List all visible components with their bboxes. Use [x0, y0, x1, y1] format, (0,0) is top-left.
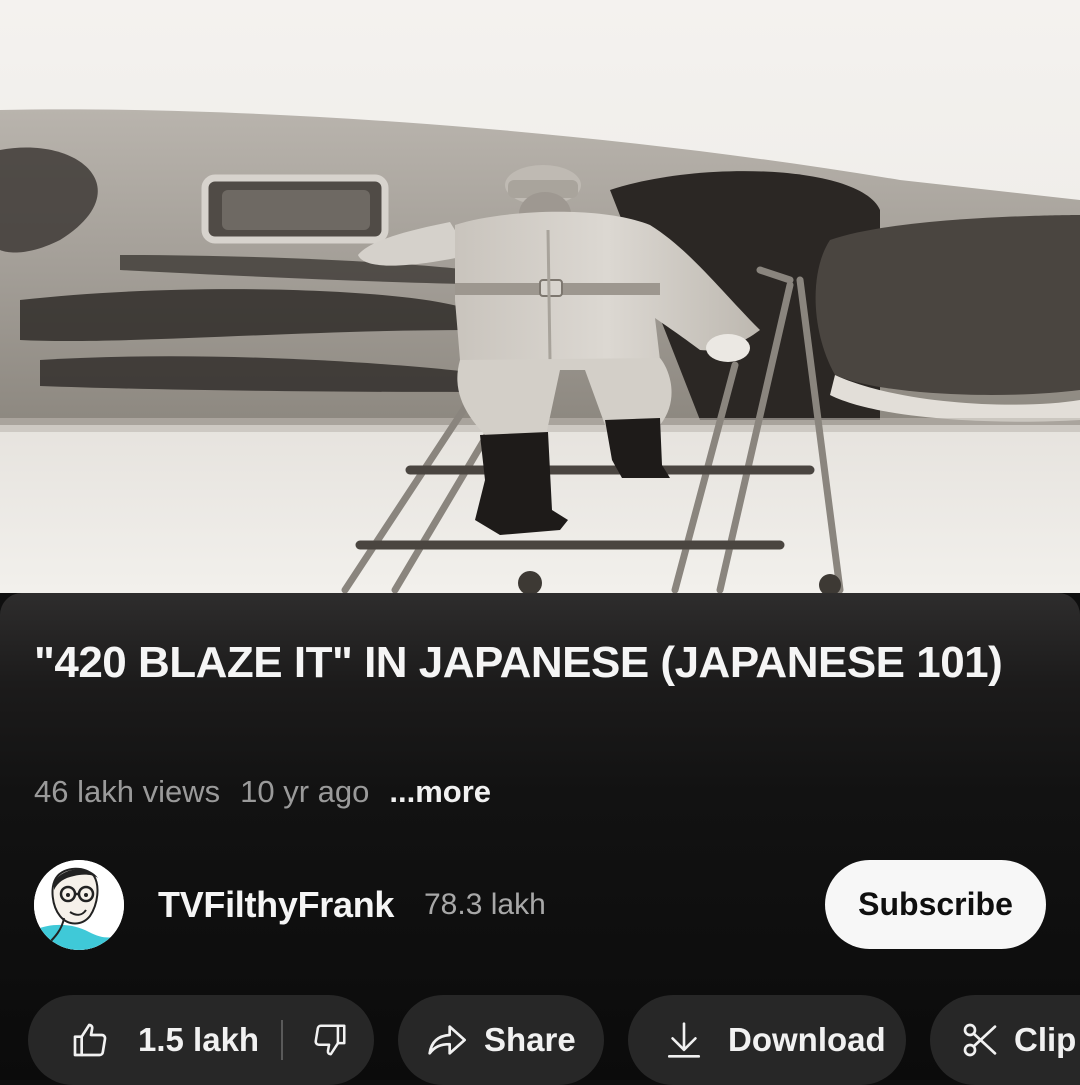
share-label: Share: [484, 1021, 576, 1058]
like-count: 1.5 lakh: [138, 1021, 260, 1058]
download-arrow-icon: [666, 1020, 702, 1060]
subscriber-count: 78.3 lakh: [424, 888, 546, 921]
video-title[interactable]: "420 BLAZE IT" IN JAPANESE (JAPANESE 101…: [34, 636, 1024, 690]
view-count: 46 lakh views: [34, 774, 221, 809]
channel-row: TVFilthyFrank 78.3 lakh Subscribe: [34, 858, 1046, 950]
video-player[interactable]: [0, 0, 1080, 593]
dislike-button[interactable]: [283, 995, 349, 1085]
action-bar: 1.5 lakh Share Download Clip: [0, 995, 1080, 1085]
download-button[interactable]: Download: [628, 995, 906, 1085]
scissors-icon: [960, 1020, 1000, 1060]
like-dislike-pill: 1.5 lakh: [28, 995, 374, 1085]
thumbs-down-icon: [311, 1021, 349, 1059]
like-button[interactable]: 1.5 lakh: [28, 995, 259, 1085]
channel-avatar-image: [34, 860, 124, 950]
video-meta[interactable]: 46 lakh views 10 yr ago ...more: [34, 772, 491, 812]
download-label: Download: [728, 1021, 886, 1058]
share-arrow-icon: [426, 1020, 470, 1060]
channel-name[interactable]: TVFilthyFrank: [158, 884, 394, 926]
clip-label: Clip: [1014, 1021, 1077, 1058]
thumbs-up-icon: [70, 1020, 110, 1060]
video-frame-image: [0, 0, 1080, 593]
subscribe-button[interactable]: Subscribe: [825, 860, 1046, 949]
more-link[interactable]: ...more: [389, 772, 491, 812]
share-button[interactable]: Share: [398, 995, 604, 1085]
channel-avatar[interactable]: [34, 860, 124, 950]
clip-button[interactable]: Clip: [930, 995, 1080, 1085]
upload-age: 10 yr ago: [240, 774, 370, 809]
